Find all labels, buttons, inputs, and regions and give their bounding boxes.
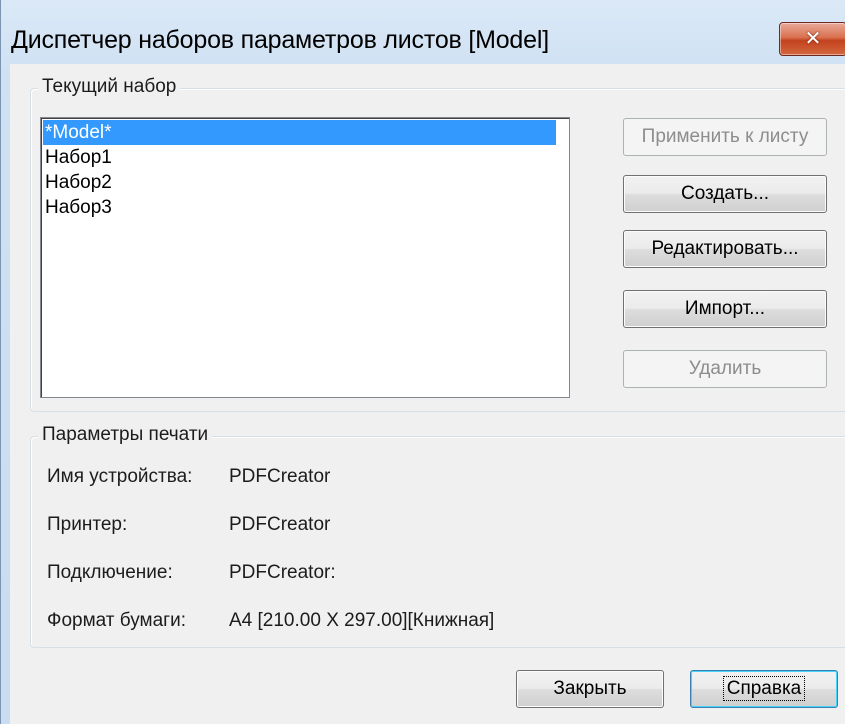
printer-value: PDFCreator	[229, 514, 331, 535]
help-label: Справка	[722, 676, 806, 701]
page-setup-list[interactable]: *Model* Набор1 Набор2 Набор3	[40, 117, 570, 398]
device-name-label: Имя устройства:	[47, 466, 193, 487]
list-item-set2[interactable]: Набор2	[43, 170, 556, 195]
window-title: Диспетчер наборов параметров листов [Mod…	[11, 26, 549, 54]
list-item-set1[interactable]: Набор1	[43, 145, 556, 170]
list-item-model[interactable]: *Model*	[43, 120, 556, 145]
apply-to-layout-label: Применить к листу	[641, 126, 809, 147]
connection-value: PDFCreator:	[229, 562, 336, 583]
close-window-button[interactable]: ✕	[779, 22, 845, 56]
close-label: Закрыть	[553, 678, 627, 699]
help-button[interactable]: Справка	[690, 670, 838, 708]
modify-button[interactable]: Редактировать...	[623, 230, 827, 268]
dialog-window: Диспетчер наборов параметров листов [Mod…	[0, 0, 845, 724]
current-set-label: Текущий набор	[38, 76, 181, 98]
list-item-set3[interactable]: Набор3	[43, 195, 556, 220]
import-button[interactable]: Импорт...	[623, 290, 827, 328]
apply-to-layout-button[interactable]: Применить к листу	[623, 118, 827, 156]
new-button[interactable]: Создать...	[623, 175, 827, 213]
printer-label: Принтер:	[47, 514, 128, 535]
device-name-value: PDFCreator	[229, 466, 331, 487]
delete-button[interactable]: Удалить	[623, 350, 827, 388]
print-params-label: Параметры печати	[38, 424, 213, 446]
close-button[interactable]: Закрыть	[516, 670, 664, 708]
new-label: Создать...	[680, 183, 770, 204]
paper-size-value: A4 [210.00 X 297.00][Книжная]	[229, 610, 495, 631]
import-label: Импорт...	[684, 298, 766, 319]
modify-label: Редактировать...	[651, 238, 799, 259]
dialog-client-area: Текущий набор *Model* Набор1 Набор2 Набо…	[10, 64, 845, 724]
connection-label: Подключение:	[47, 562, 173, 583]
delete-label: Удалить	[688, 358, 762, 379]
close-icon: ✕	[804, 26, 822, 50]
paper-size-label: Формат бумаги:	[47, 610, 186, 631]
